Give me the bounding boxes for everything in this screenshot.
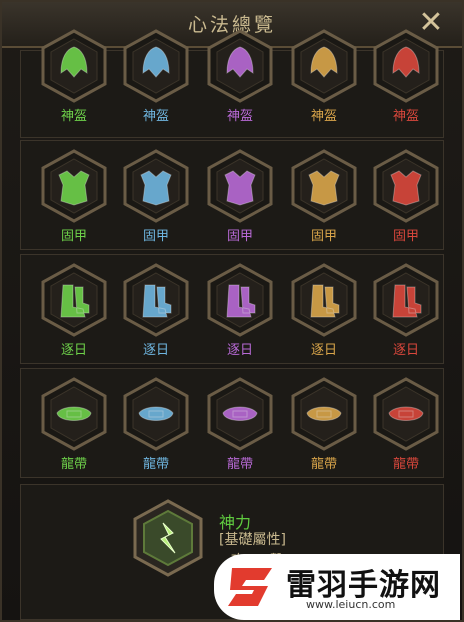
skill-slot-label: 固甲 [142,229,169,244]
skill-slot-orange[interactable]: 固甲 [289,149,359,244]
skill-slot-blue[interactable]: 神盔 [121,29,191,124]
row-boots: 逐日 逐日 逐日 逐日 逐日 [20,254,444,364]
skill-slot-orange[interactable]: 龍帶 [289,377,359,472]
skill-slot-label: 神盔 [60,109,87,124]
skill-slot-label: 逐日 [60,343,87,358]
belt-icon [371,377,441,451]
skill-slot-label: 神盔 [226,109,253,124]
row-belt: 龍帶 龍帶 龍帶 龍帶 龍帶 [20,368,444,478]
skill-slot-label: 固甲 [392,229,419,244]
skill-slot-red[interactable]: 龍帶 [371,377,441,472]
skill-slot-orange[interactable]: 逐日 [289,263,359,358]
boots-icon [289,263,359,337]
skill-slot-purple[interactable]: 龍帶 [205,377,275,472]
skill-slot-label: 龍帶 [392,457,419,472]
skill-slot-label: 龍帶 [226,457,253,472]
skill-slot-label: 逐日 [310,343,337,358]
watermark-url: www.leiucn.com [306,598,396,611]
skill-slot-blue[interactable]: 龍帶 [121,377,191,472]
skill-slot-purple[interactable]: 神盔 [205,29,275,124]
skill-slot-label: 神盔 [392,109,419,124]
belt-icon [121,377,191,451]
boots-icon [205,263,275,337]
skill-slot-red[interactable]: 固甲 [371,149,441,244]
skill-slot-label: 神盔 [310,109,337,124]
skill-slot-label: 固甲 [226,229,253,244]
belt-icon [205,377,275,451]
skill-slot-blue[interactable]: 逐日 [121,263,191,358]
skill-slot-label: 龍帶 [310,457,337,472]
boots-icon [121,263,191,337]
watermark-logo: 雷羽手游网 www.leiucn.com [214,554,460,620]
skill-slot-purple[interactable]: 逐日 [205,263,275,358]
armor-icon [371,149,441,223]
belt-icon [39,377,109,451]
detail-category: [基礎屬性] [219,532,286,548]
skill-slot-label: 龍帶 [142,457,169,472]
skill-slot-green[interactable]: 固甲 [39,149,109,244]
boots-icon [371,263,441,337]
helmet-icon [39,29,109,103]
row-helmet: 神盔 神盔 神盔 神盔 神盔 [20,29,444,138]
skill-slot-label: 逐日 [142,343,169,358]
skill-slot-label: 神盔 [142,109,169,124]
belt-icon [289,377,359,451]
leiyu-logo-icon [228,568,272,606]
helmet-icon [205,29,275,103]
mind-method-overview-window: 心法總覽 ✕ 神盔 神盔 神盔 神盔 神盔 固甲 固甲 固甲 固甲 固甲 逐日 逐日 逐日 逐日 逐日 … [0,0,464,622]
skill-slot-label: 逐日 [392,343,419,358]
skill-slot-green[interactable]: 神盔 [39,29,109,124]
skill-slot-red[interactable]: 逐日 [371,263,441,358]
skill-slot-blue[interactable]: 固甲 [121,149,191,244]
strength-gem-icon[interactable] [133,499,203,581]
skill-slot-label: 固甲 [60,229,87,244]
armor-icon [121,149,191,223]
skill-slot-red[interactable]: 神盔 [371,29,441,124]
skill-slot-green[interactable]: 逐日 [39,263,109,358]
armor-icon [205,149,275,223]
skill-slot-purple[interactable]: 固甲 [205,149,275,244]
skill-slot-label: 固甲 [310,229,337,244]
boots-icon [39,263,109,337]
skill-slot-label: 龍帶 [60,457,87,472]
skill-slot-orange[interactable]: 神盔 [289,29,359,124]
helmet-icon [289,29,359,103]
armor-icon [39,149,109,223]
row-armor: 固甲 固甲 固甲 固甲 固甲 [20,140,444,250]
skill-slot-label: 逐日 [226,343,253,358]
helmet-icon [121,29,191,103]
helmet-icon [371,29,441,103]
skill-slot-green[interactable]: 龍帶 [39,377,109,472]
armor-icon [289,149,359,223]
